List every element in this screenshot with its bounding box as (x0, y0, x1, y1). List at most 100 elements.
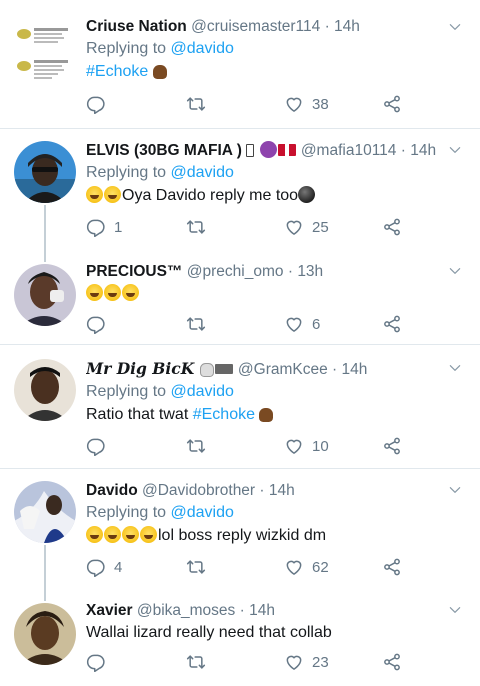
laughing-emoji-icon (86, 284, 103, 301)
chevron-down-icon[interactable] (448, 483, 462, 497)
share-icon (382, 314, 402, 334)
unknown-glyph-icon (246, 144, 255, 157)
user-handle[interactable]: @mafia10114 (301, 142, 397, 159)
retweet-button[interactable] (186, 93, 214, 115)
tweet[interactable]: ELVIS (30BG MAFIA ) @mafia10114 · 14h Re… (0, 129, 480, 247)
share-icon (382, 652, 402, 672)
display-name[interactable]: Davido (86, 482, 138, 499)
share-button[interactable] (382, 556, 402, 578)
like-count: 10 (312, 437, 329, 455)
like-button[interactable]: 62 (284, 556, 329, 578)
reply-button[interactable] (86, 93, 114, 115)
like-button[interactable]: 6 (284, 313, 320, 335)
action-bar: 4 62 (86, 556, 416, 578)
tweet[interactable]: PRECIOUS™ @prechi_omo · 13h 6 (0, 246, 480, 344)
reply-count: 1 (114, 218, 123, 236)
share-icon (382, 94, 402, 114)
reply-icon (86, 652, 106, 672)
mention-link[interactable]: @davido (171, 383, 234, 400)
share-button[interactable] (382, 435, 402, 457)
hashtag-link[interactable]: #Echoke (86, 63, 148, 80)
avatar[interactable] (14, 481, 76, 543)
display-name[interactable]: ELVIS (30BG MAFIA ) (86, 141, 297, 159)
share-button[interactable] (382, 216, 402, 238)
reply-icon (86, 436, 106, 456)
timestamp[interactable]: 14h (269, 482, 295, 499)
reply-button[interactable]: 4 (86, 556, 122, 578)
timestamp[interactable]: 14h (334, 18, 360, 35)
reply-button[interactable]: 1 (86, 216, 122, 238)
like-button[interactable]: 10 (284, 435, 329, 457)
display-name[interactable]: PRECIOUS™ (86, 263, 182, 280)
tweet[interactable]: Criuse Nation @cruisemaster114 · 14h Rep… (0, 0, 480, 128)
avatar[interactable] (14, 20, 74, 90)
share-button[interactable] (382, 651, 402, 673)
hashtag-link[interactable]: #Echoke (193, 406, 255, 423)
replying-label: Replying to (86, 504, 167, 521)
retweet-icon (186, 94, 206, 114)
chevron-down-icon[interactable] (448, 603, 462, 617)
user-handle[interactable]: @cruisemaster114 (191, 18, 320, 35)
display-name[interactable]: Xavier (86, 602, 133, 619)
display-name[interactable]: Mr Dig BicK (86, 359, 234, 378)
tweet[interactable]: Mr Dig BicK @GramKcee · 14h Replying to … (0, 345, 480, 468)
retweet-button[interactable] (186, 313, 214, 335)
mention-link[interactable]: @davido (171, 40, 234, 57)
timestamp[interactable]: 14h (249, 602, 275, 619)
tweet-body: lol boss reply wizkid dm (158, 527, 327, 544)
replying-to: Replying to @davido (86, 38, 450, 60)
thread-line (44, 205, 46, 247)
like-count: 25 (312, 218, 329, 236)
like-button[interactable]: 38 (284, 93, 329, 115)
chevron-down-icon[interactable] (448, 361, 462, 375)
replying-label: Replying to (86, 164, 167, 181)
thread-line (44, 587, 46, 601)
share-button[interactable] (382, 313, 402, 335)
retweet-button[interactable] (186, 435, 214, 457)
thread-line (44, 246, 46, 262)
user-handle[interactable]: @Davidobrother (142, 482, 255, 499)
like-count: 23 (312, 653, 329, 671)
retweet-button[interactable] (186, 556, 214, 578)
retweet-icon (186, 436, 206, 456)
poop-emoji-icon (259, 408, 274, 422)
action-bar: 1 25 (86, 216, 416, 238)
avatar[interactable] (14, 603, 76, 665)
retweet-button[interactable] (186, 651, 214, 673)
display-name[interactable]: Criuse Nation (86, 18, 187, 35)
share-button[interactable] (382, 93, 402, 115)
like-count: 38 (312, 95, 329, 113)
retweet-button[interactable] (186, 216, 214, 238)
tweet-header: Mr Dig BicK @GramKcee · 14h (86, 359, 450, 380)
mention-link[interactable]: @davido (171, 164, 234, 181)
like-icon (284, 652, 304, 672)
timestamp[interactable]: 14h (342, 361, 368, 378)
timestamp[interactable]: 13h (297, 263, 323, 280)
mention-link[interactable]: @davido (171, 504, 234, 521)
chevron-down-icon[interactable] (448, 143, 462, 157)
laughing-emoji-icon (104, 526, 121, 543)
reply-button[interactable] (86, 651, 114, 673)
like-icon (284, 217, 304, 237)
like-icon (284, 436, 304, 456)
timestamp[interactable]: 14h (410, 142, 436, 159)
like-button[interactable]: 25 (284, 216, 329, 238)
reply-button[interactable] (86, 435, 114, 457)
chevron-down-icon[interactable] (448, 264, 462, 278)
chevron-down-icon[interactable] (448, 20, 462, 34)
avatar[interactable] (14, 359, 76, 421)
avatar[interactable] (14, 141, 76, 203)
user-handle[interactable]: @bika_moses (137, 602, 235, 619)
reply-icon (86, 314, 106, 334)
replying-to: Replying to @davido (86, 381, 450, 403)
like-button[interactable]: 23 (284, 651, 329, 673)
tweet[interactable]: Xavier @bika_moses · 14h Wallai lizard r… (0, 587, 480, 686)
reply-button[interactable] (86, 313, 114, 335)
tweet-body: Ratio that twat (86, 406, 193, 423)
avatar[interactable] (14, 264, 76, 326)
user-handle[interactable]: @prechi_omo (187, 263, 284, 280)
action-bar: 10 (86, 435, 416, 457)
tweet[interactable]: Davido @Davidobrother · 14h Replying to … (0, 469, 480, 587)
reply-icon (86, 557, 106, 577)
user-handle[interactable]: @GramKcee (238, 361, 328, 378)
